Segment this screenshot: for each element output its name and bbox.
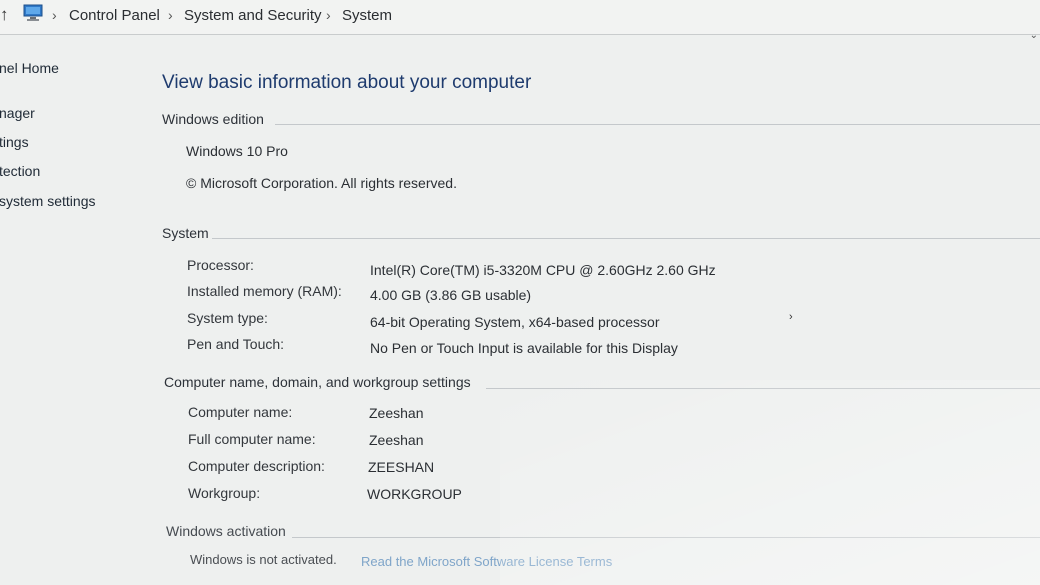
memory-value: 4.00 GB (3.86 GB usable) — [370, 287, 532, 303]
memory-label: Installed memory (RAM): — [187, 283, 342, 299]
pen-touch-value: No Pen or Touch Input is available for t… — [370, 340, 678, 356]
sidebar-item-remote-settings[interactable]: tings — [0, 134, 29, 150]
system-type-label: System type: — [187, 310, 268, 326]
full-computer-name-value: Zeeshan — [369, 432, 424, 448]
processor-label: Processor: — [187, 257, 254, 273]
pen-touch-label: Pen and Touch: — [187, 336, 285, 352]
section-divider — [486, 388, 1040, 389]
mouse-cursor-icon: › — [789, 311, 793, 323]
breadcrumb-separator: › — [52, 7, 57, 23]
sidebar: nel Home nager tings tection system sett… — [0, 35, 150, 585]
full-computer-name-label: Full computer name: — [188, 431, 316, 447]
computer-description-label: Computer description: — [188, 458, 325, 474]
sidebar-item-advanced-system-settings[interactable]: system settings — [0, 193, 95, 209]
workgroup-label: Workgroup: — [188, 485, 261, 501]
section-divider — [212, 238, 1040, 239]
breadcrumb-separator: › — [168, 7, 173, 23]
section-heading-windows-activation: Windows activation — [166, 523, 286, 539]
sidebar-item-device-manager[interactable]: nager — [0, 105, 35, 121]
computer-description-value: ZEESHAN — [368, 459, 435, 475]
section-heading-system: System — [162, 225, 209, 241]
section-divider — [292, 537, 1040, 538]
computer-icon — [23, 4, 43, 21]
workgroup-value: WORKGROUP — [367, 486, 462, 502]
computer-name-label: Computer name: — [188, 404, 293, 420]
breadcrumb-separator: › — [326, 7, 331, 23]
section-heading-windows-edition: Windows edition — [162, 111, 264, 127]
section-heading-computer-name: Computer name, domain, and workgroup set… — [164, 374, 471, 390]
computer-name-value: Zeeshan — [369, 405, 424, 421]
address-bar[interactable]: ↑ › Control Panel › System and Security … — [0, 0, 1040, 41]
up-arrow-icon[interactable]: ↑ — [0, 5, 9, 25]
processor-value: Intel(R) Core(TM) i5-3320M CPU @ 2.60GHz… — [370, 262, 716, 278]
chevron-down-icon[interactable]: ⌄ — [1030, 30, 1038, 41]
page-title: View basic information about your comput… — [162, 72, 532, 93]
copyright-text: © Microsoft Corporation. All rights rese… — [186, 175, 457, 191]
system-type-value: 64-bit Operating System, x64-based proce… — [370, 314, 660, 330]
section-divider — [275, 124, 1040, 125]
license-terms-link[interactable]: Read the Microsoft Software License Term… — [361, 554, 612, 569]
breadcrumb-control-panel[interactable]: Control Panel — [69, 7, 160, 24]
sidebar-item-system-protection[interactable]: tection — [0, 163, 40, 179]
sidebar-item-control-panel-home[interactable]: nel Home — [0, 60, 59, 76]
breadcrumb-system-and-security[interactable]: System and Security — [184, 7, 322, 24]
breadcrumb-system[interactable]: System — [342, 7, 392, 24]
windows-edition-name: Windows 10 Pro — [186, 143, 288, 159]
activation-status: Windows is not activated. — [190, 552, 337, 567]
